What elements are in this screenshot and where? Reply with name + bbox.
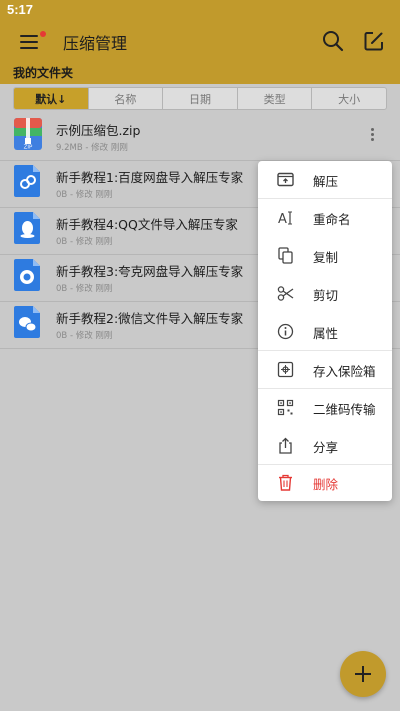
sort-tab-type[interactable]: 类型	[238, 88, 313, 109]
file-name: 示例压缩包.zip	[56, 123, 141, 138]
file-meta: 0B - 修改 刚刚	[56, 190, 113, 200]
link-file-icon	[14, 165, 40, 197]
svg-text:A: A	[278, 212, 287, 226]
toolbar: 压缩管理	[0, 20, 400, 64]
qq-file-icon	[14, 212, 40, 244]
quark-file-icon	[14, 259, 40, 291]
hamburger-menu-button[interactable]	[14, 28, 46, 56]
status-bar: 5:17	[0, 0, 400, 20]
menu-item-share[interactable]: 分享	[258, 427, 392, 464]
search-icon	[323, 31, 344, 52]
context-menu: 解压 A 重命名 复制 剪切 属性 存入保险箱 二维码传输 分享 删除	[258, 161, 392, 501]
sort-tab-date[interactable]: 日期	[163, 88, 238, 109]
section-title: 我的文件夹	[13, 66, 74, 80]
page-title: 压缩管理	[63, 34, 128, 53]
menu-item-label: 属性	[313, 326, 339, 341]
extract-icon	[277, 172, 294, 187]
safe-icon	[277, 361, 294, 378]
menu-item-label: 解压	[313, 174, 339, 189]
scissors-icon	[277, 286, 294, 301]
file-meta: 0B - 修改 刚刚	[56, 331, 113, 341]
menu-item-label: 二维码传输	[313, 402, 376, 417]
qr-code-icon	[277, 399, 294, 416]
copy-icon	[278, 247, 293, 264]
wechat-file-icon	[14, 306, 40, 338]
info-icon	[277, 323, 294, 340]
sort-bar: 默认↓ 名称 日期 类型 大小	[13, 87, 387, 110]
menu-item-properties[interactable]: 属性	[258, 313, 392, 350]
file-meta: 0B - 修改 刚刚	[56, 284, 113, 294]
menu-item-qr-transfer[interactable]: 二维码传输	[258, 389, 392, 426]
file-name: 新手教程3:夸克网盘导入解压专家	[56, 264, 244, 279]
app-bar: 5:17 压缩管理 我的文件夹	[0, 0, 400, 84]
menu-item-label: 存入保险箱	[313, 364, 376, 379]
menu-item-cut[interactable]: 剪切	[258, 275, 392, 312]
svg-text:ZIP: ZIP	[24, 145, 33, 151]
sort-tab-name[interactable]: 名称	[89, 88, 164, 109]
edit-icon	[364, 32, 383, 51]
more-vertical-icon	[364, 128, 380, 141]
file-meta: 0B - 修改 刚刚	[56, 237, 113, 247]
add-fab-button[interactable]	[340, 651, 386, 697]
more-options-button[interactable]	[364, 126, 380, 146]
file-name: 新手教程1:百度网盘导入解压专家	[56, 170, 244, 185]
menu-item-label: 剪切	[313, 288, 339, 303]
menu-item-rename[interactable]: A 重命名	[258, 199, 392, 236]
menu-item-delete[interactable]: 删除	[258, 464, 392, 501]
file-meta: 9.2MB - 修改 刚刚	[56, 143, 128, 153]
search-button[interactable]	[320, 28, 346, 54]
menu-item-label: 复制	[313, 250, 339, 265]
sort-tab-default[interactable]: 默认↓	[14, 88, 89, 109]
sort-tab-size[interactable]: 大小	[312, 88, 386, 109]
menu-item-label: 重命名	[313, 212, 351, 227]
notification-dot	[40, 31, 46, 37]
menu-item-label: 删除	[313, 477, 339, 492]
menu-item-label: 分享	[313, 440, 339, 455]
edit-button[interactable]	[361, 28, 387, 54]
status-time: 5:17	[7, 2, 34, 17]
share-icon	[279, 437, 292, 454]
file-row[interactable]: ZIP 示例压缩包.zip 9.2MB - 修改 刚刚	[0, 114, 400, 161]
rename-icon: A	[278, 211, 292, 226]
menu-item-extract[interactable]: 解压	[258, 161, 392, 198]
menu-item-save-to-safe[interactable]: 存入保险箱	[258, 351, 392, 388]
trash-icon	[279, 474, 292, 491]
menu-item-copy[interactable]: 复制	[258, 237, 392, 274]
file-name: 新手教程4:QQ文件导入解压专家	[56, 217, 238, 232]
file-name: 新手教程2:微信文件导入解压专家	[56, 311, 244, 326]
zip-archive-icon: ZIP	[14, 118, 42, 150]
